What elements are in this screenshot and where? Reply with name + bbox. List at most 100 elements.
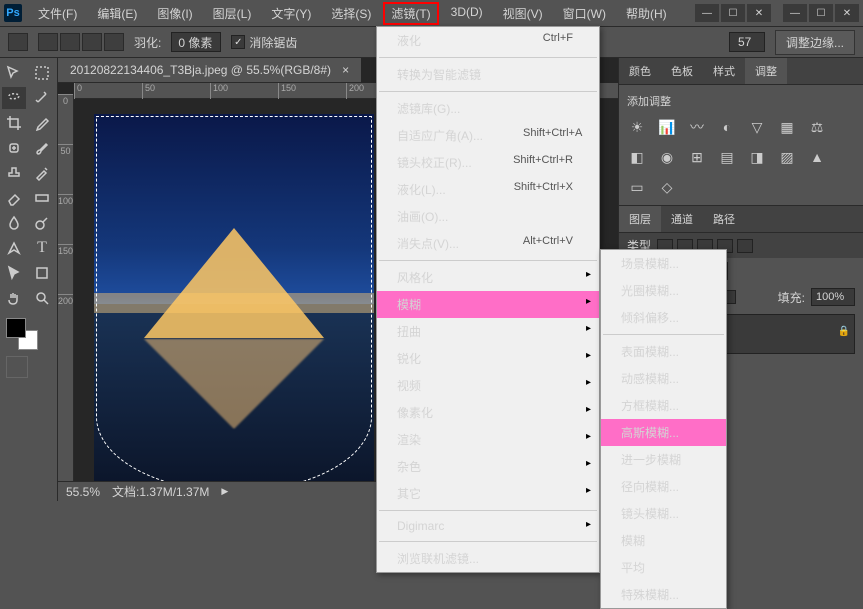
submenu-field-blur[interactable]: 场景模糊... — [601, 250, 726, 277]
menu-file[interactable]: 文件(F) — [30, 2, 85, 25]
menu-item-convert-smart[interactable]: 转换为智能滤镜 — [377, 61, 599, 88]
menu-window[interactable]: 窗口(W) — [555, 2, 614, 25]
hand-tool[interactable] — [2, 287, 26, 309]
path-select-tool[interactable] — [2, 262, 26, 284]
submenu-box-blur[interactable]: 方框模糊... — [601, 392, 726, 419]
submenu-special-blur[interactable]: 特殊模糊... — [601, 581, 726, 608]
marquee-tool[interactable] — [30, 62, 54, 84]
foreground-color-swatch[interactable] — [6, 318, 26, 338]
options-number-field[interactable]: 57 — [729, 32, 765, 52]
selective-color-icon[interactable]: ◇ — [657, 177, 677, 197]
submenu-radial-blur[interactable]: 径向模糊... — [601, 473, 726, 500]
magic-wand-tool[interactable] — [30, 87, 54, 109]
gradient-tool[interactable] — [30, 187, 54, 209]
menu-item-browse-online[interactable]: 浏览联机滤镜... — [377, 545, 599, 572]
menu-item-noise[interactable]: 杂色 — [377, 453, 599, 480]
posterize-icon[interactable]: ▨ — [777, 147, 797, 167]
selection-subtract-icon[interactable] — [82, 33, 102, 51]
doc-minimize-button[interactable]: — — [695, 4, 719, 22]
tab-paths[interactable]: 路径 — [703, 206, 745, 232]
zoom-tool[interactable] — [30, 287, 54, 309]
menu-item-liquify-last[interactable]: 液化Ctrl+F — [377, 27, 599, 54]
blur-tool[interactable] — [2, 212, 26, 234]
antialias-checkbox[interactable] — [231, 35, 245, 49]
submenu-further-blur[interactable]: 进一步模糊 — [601, 446, 726, 473]
submenu-average[interactable]: 平均 — [601, 554, 726, 581]
selection-new-icon[interactable] — [38, 33, 58, 51]
healing-tool[interactable] — [2, 137, 26, 159]
fill-input[interactable]: 100% — [811, 288, 855, 306]
shape-tool[interactable] — [30, 262, 54, 284]
gradient-map-icon[interactable]: ▭ — [627, 177, 647, 197]
lasso-tool[interactable] — [2, 87, 26, 109]
menu-layer[interactable]: 图层(L) — [205, 2, 260, 25]
move-tool[interactable] — [2, 62, 26, 84]
menu-item-stylize[interactable]: 风格化 — [377, 264, 599, 291]
color-swatches[interactable] — [6, 318, 38, 350]
menu-item-vanishing-point[interactable]: 消失点(V)...Alt+Ctrl+V — [377, 230, 599, 257]
channel-mixer-icon[interactable]: ⊞ — [687, 147, 707, 167]
menu-image[interactable]: 图像(I) — [149, 2, 200, 25]
eyedropper-tool[interactable] — [30, 112, 54, 134]
menu-view[interactable]: 视图(V) — [495, 2, 551, 25]
submenu-lens-blur[interactable]: 镜头模糊... — [601, 500, 726, 527]
dodge-tool[interactable] — [30, 212, 54, 234]
doc-size-info[interactable]: 文档:1.37M/1.37M — [112, 483, 209, 500]
app-minimize-button[interactable]: — — [783, 4, 807, 22]
pen-tool[interactable] — [2, 237, 26, 259]
eraser-tool[interactable] — [2, 187, 26, 209]
tab-styles[interactable]: 样式 — [703, 58, 745, 84]
menu-item-filter-gallery[interactable]: 滤镜库(G)... — [377, 95, 599, 122]
doc-close-button[interactable]: ✕ — [747, 4, 771, 22]
document-canvas[interactable] — [94, 114, 374, 494]
selection-add-icon[interactable] — [60, 33, 80, 51]
menu-edit[interactable]: 编辑(E) — [89, 2, 145, 25]
lookup-icon[interactable]: ▤ — [717, 147, 737, 167]
history-brush-tool[interactable] — [30, 162, 54, 184]
menu-item-digimarc[interactable]: Digimarc — [377, 514, 599, 538]
submenu-tilt-shift[interactable]: 倾斜偏移... — [601, 304, 726, 331]
vibrance-icon[interactable]: ▽ — [747, 117, 767, 137]
menu-item-video[interactable]: 视频 — [377, 372, 599, 399]
document-tab[interactable]: 20120822134406_T3Bja.jpeg @ 55.5%(RGB/8#… — [58, 58, 361, 83]
crop-tool[interactable] — [2, 112, 26, 134]
tab-channels[interactable]: 通道 — [661, 206, 703, 232]
menu-item-liquify[interactable]: 液化(L)...Shift+Ctrl+X — [377, 176, 599, 203]
submenu-iris-blur[interactable]: 光圈模糊... — [601, 277, 726, 304]
selection-intersect-icon[interactable] — [104, 33, 124, 51]
menu-item-blur[interactable]: 模糊 — [377, 291, 599, 318]
hue-icon[interactable]: ▦ — [777, 117, 797, 137]
app-close-button[interactable]: ✕ — [835, 4, 859, 22]
tool-preset-icon[interactable] — [8, 33, 28, 51]
tab-adjustments[interactable]: 调整 — [745, 58, 787, 84]
menu-item-sharpen[interactable]: 锐化 — [377, 345, 599, 372]
menu-item-pixelate[interactable]: 像素化 — [377, 399, 599, 426]
threshold-icon[interactable]: ▲ — [807, 147, 827, 167]
tab-swatches[interactable]: 色板 — [661, 58, 703, 84]
brush-tool[interactable] — [30, 137, 54, 159]
brightness-icon[interactable]: ☀ — [627, 117, 647, 137]
menu-3d[interactable]: 3D(D) — [443, 2, 491, 25]
menu-item-oil-paint[interactable]: 油画(O)... — [377, 203, 599, 230]
submenu-blur[interactable]: 模糊 — [601, 527, 726, 554]
refine-edge-button[interactable]: 调整边缘... — [775, 30, 855, 55]
bw-icon[interactable]: ◧ — [627, 147, 647, 167]
submenu-motion-blur[interactable]: 动感模糊... — [601, 365, 726, 392]
menu-item-render[interactable]: 渲染 — [377, 426, 599, 453]
menu-item-distort[interactable]: 扭曲 — [377, 318, 599, 345]
app-maximize-button[interactable]: ☐ — [809, 4, 833, 22]
photo-filter-icon[interactable]: ◉ — [657, 147, 677, 167]
submenu-surface-blur[interactable]: 表面模糊... — [601, 338, 726, 365]
zoom-level[interactable]: 55.5% — [66, 485, 100, 499]
curves-icon[interactable]: 〰 — [687, 117, 707, 137]
levels-icon[interactable]: 📊 — [657, 117, 677, 137]
tab-close-icon[interactable]: × — [342, 63, 349, 77]
menu-item-other[interactable]: 其它 — [377, 480, 599, 507]
menu-select[interactable]: 选择(S) — [323, 2, 379, 25]
filter-smart-icon[interactable] — [737, 239, 753, 253]
stamp-tool[interactable] — [2, 162, 26, 184]
menu-filter[interactable]: 滤镜(T) — [383, 2, 438, 25]
quick-mask-toggle[interactable] — [6, 356, 28, 378]
feather-input[interactable] — [171, 32, 221, 52]
menu-help[interactable]: 帮助(H) — [618, 2, 675, 25]
